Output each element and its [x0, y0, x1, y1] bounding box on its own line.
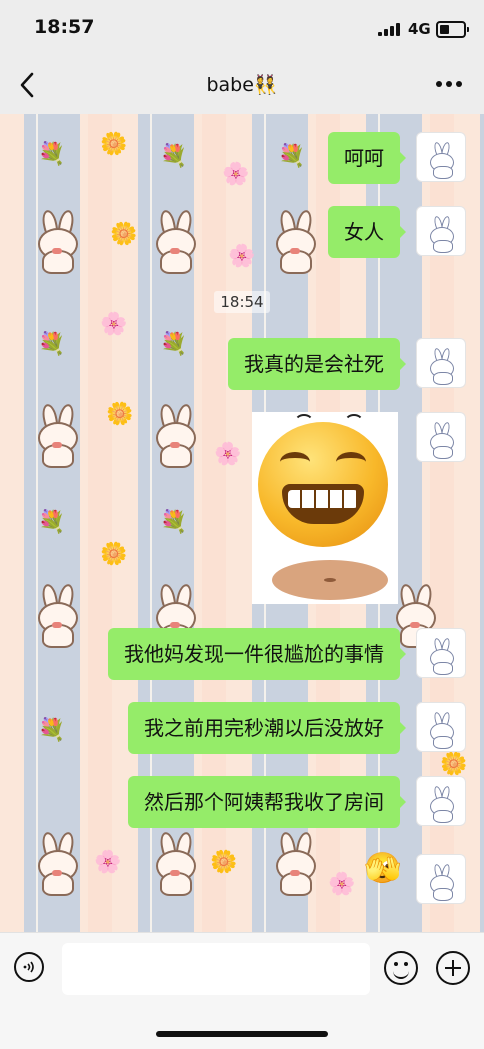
sticker-face	[258, 422, 388, 547]
flower-icon: 🌸	[228, 244, 256, 269]
flower-icon: 🌼	[110, 222, 138, 247]
bunny-icon	[152, 208, 198, 274]
flower-icon: 🌸	[214, 442, 242, 467]
bunny-icon	[152, 830, 198, 896]
user-avatar[interactable]	[416, 776, 466, 826]
flower-bouquet-icon: 💐	[160, 510, 188, 535]
chat-area[interactable]: 💐 💐 💐 🌼 🌸 🌼 🌸 🌸 💐 💐 🌼 🌸 💐 💐 🌼 🌸 💐 🌼 🌸 🌼 …	[0, 114, 484, 932]
message-bubble[interactable]: 我真的是会社死	[228, 338, 406, 390]
input-bar	[0, 932, 484, 1049]
emoji-icon[interactable]	[384, 951, 418, 985]
flower-icon: 🌸	[100, 312, 128, 337]
status-time: 18:57	[34, 16, 95, 38]
plus-icon[interactable]	[436, 951, 470, 985]
user-avatar[interactable]	[416, 412, 466, 462]
message-bubble[interactable]: 我之前用完秒潮以后没放好	[128, 702, 406, 754]
chat-header: babe👯	[0, 58, 484, 115]
more-options-icon[interactable]	[436, 81, 462, 89]
flower-bouquet-icon: 💐	[38, 142, 66, 167]
flower-icon: 🌸	[94, 850, 122, 875]
user-avatar[interactable]	[416, 338, 466, 388]
bunny-icon	[34, 402, 80, 468]
bunny-icon	[34, 208, 80, 274]
sticker-mouth	[282, 484, 364, 524]
message-input[interactable]	[62, 943, 370, 995]
status-bar: 18:57 4G	[0, 0, 484, 58]
timestamp-label: 18:54	[214, 291, 270, 313]
message-bubble[interactable]: 女人	[328, 206, 406, 258]
flower-icon: 🌼	[210, 850, 238, 875]
flower-bouquet-icon: 💐	[38, 510, 66, 535]
user-avatar[interactable]	[416, 702, 466, 752]
battery-icon	[436, 21, 469, 38]
grinning-face-sticker[interactable]	[252, 412, 398, 604]
user-avatar[interactable]	[416, 628, 466, 678]
chat-title: babe👯	[206, 74, 278, 96]
voice-icon[interactable]	[14, 952, 44, 982]
emoji-message[interactable]: 🫣	[364, 854, 401, 884]
flower-bouquet-icon: 💐	[38, 332, 66, 357]
bunny-icon	[272, 208, 318, 274]
flower-icon: 🌼	[106, 402, 134, 427]
home-indicator[interactable]	[156, 1031, 328, 1037]
message-timestamp: 18:54	[0, 291, 484, 313]
sticker-eye	[280, 452, 310, 472]
message-bubble[interactable]: 我他妈发现一件很尴尬的事情	[108, 628, 406, 680]
message-bubble[interactable]: 然后那个阿姨帮我收了房间	[128, 776, 406, 828]
user-avatar[interactable]	[416, 206, 466, 256]
sticker-eye	[336, 452, 366, 472]
bunny-icon	[34, 830, 80, 896]
user-avatar[interactable]	[416, 132, 466, 182]
flower-bouquet-icon: 💐	[278, 144, 306, 169]
flower-icon: 🌼	[100, 132, 128, 157]
bunny-icon	[272, 830, 318, 896]
bunny-icon	[152, 402, 198, 468]
message-bubble[interactable]: 呵呵	[328, 132, 406, 184]
flower-icon: 🌼	[440, 752, 468, 777]
bunny-icon	[34, 582, 80, 648]
flower-bouquet-icon: 💐	[38, 718, 66, 743]
flower-icon: 🌼	[100, 542, 128, 567]
signal-icon	[378, 22, 404, 36]
flower-icon: 🌸	[328, 872, 356, 897]
network-label: 4G	[408, 20, 431, 38]
flower-icon: 🌸	[222, 162, 250, 187]
user-avatar[interactable]	[416, 854, 466, 904]
sticker-belly	[272, 560, 388, 600]
flower-bouquet-icon: 💐	[160, 144, 188, 169]
flower-bouquet-icon: 💐	[160, 332, 188, 357]
